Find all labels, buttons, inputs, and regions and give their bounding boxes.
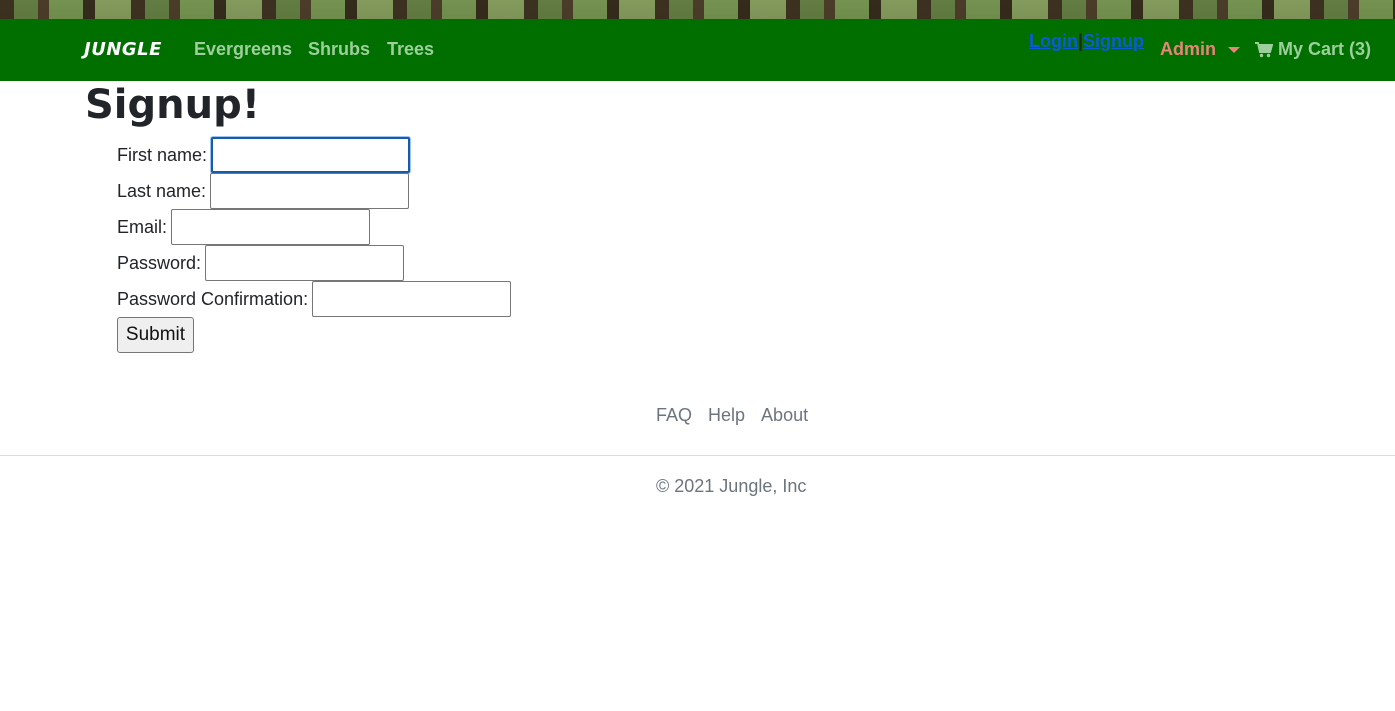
footer-link-help[interactable]: Help bbox=[708, 405, 745, 426]
password-confirmation-label: Password Confirmation: bbox=[117, 288, 309, 309]
footer-links: FAQ Help About bbox=[656, 405, 808, 426]
password-field[interactable] bbox=[205, 245, 405, 281]
top-navbar: JUNGLE Evergreens Shrubs Trees Login|Sig… bbox=[0, 19, 1395, 81]
password-row: Password: bbox=[117, 245, 405, 281]
header-forest-banner bbox=[0, 0, 1395, 19]
cart-link[interactable]: My Cart (3) bbox=[1255, 39, 1371, 60]
nav-link-evergreens[interactable]: Evergreens bbox=[194, 39, 292, 60]
cart-label: My Cart (3) bbox=[1278, 39, 1372, 59]
signup-link[interactable]: Signup bbox=[1083, 31, 1144, 51]
copyright-text: © 2021 Jungle, Inc bbox=[656, 476, 807, 496]
password-label: Password: bbox=[117, 252, 202, 273]
login-link[interactable]: Login bbox=[1029, 31, 1078, 51]
footer-link-about[interactable]: About bbox=[761, 405, 808, 426]
shopping-cart-icon bbox=[1255, 41, 1273, 57]
email-row: Email: bbox=[117, 209, 371, 245]
auth-links: Login|Signup bbox=[1029, 31, 1144, 52]
password-confirmation-field[interactable] bbox=[312, 281, 512, 317]
nav-link-trees[interactable]: Trees bbox=[387, 39, 434, 60]
last-name-label: Last name: bbox=[117, 180, 207, 201]
first-name-field[interactable] bbox=[211, 137, 411, 173]
nav-link-shrubs[interactable]: Shrubs bbox=[308, 39, 370, 60]
first-name-label: First name: bbox=[117, 144, 208, 165]
email-field[interactable] bbox=[171, 209, 371, 245]
password-confirmation-row: Password Confirmation: bbox=[117, 281, 512, 317]
email-label: Email: bbox=[117, 216, 168, 237]
admin-dropdown[interactable]: Admin bbox=[1160, 39, 1216, 60]
last-name-row: Last name: bbox=[117, 173, 410, 209]
caret-down-icon[interactable] bbox=[1228, 47, 1240, 53]
footer-link-faq[interactable]: FAQ bbox=[656, 405, 692, 426]
page-title: Signup! bbox=[85, 82, 260, 128]
footer-divider bbox=[0, 455, 1395, 456]
first-name-row: First name: bbox=[117, 137, 411, 173]
submit-button[interactable]: Submit bbox=[117, 317, 194, 353]
last-name-field[interactable] bbox=[210, 173, 410, 209]
brand-logo[interactable]: JUNGLE bbox=[84, 39, 162, 60]
